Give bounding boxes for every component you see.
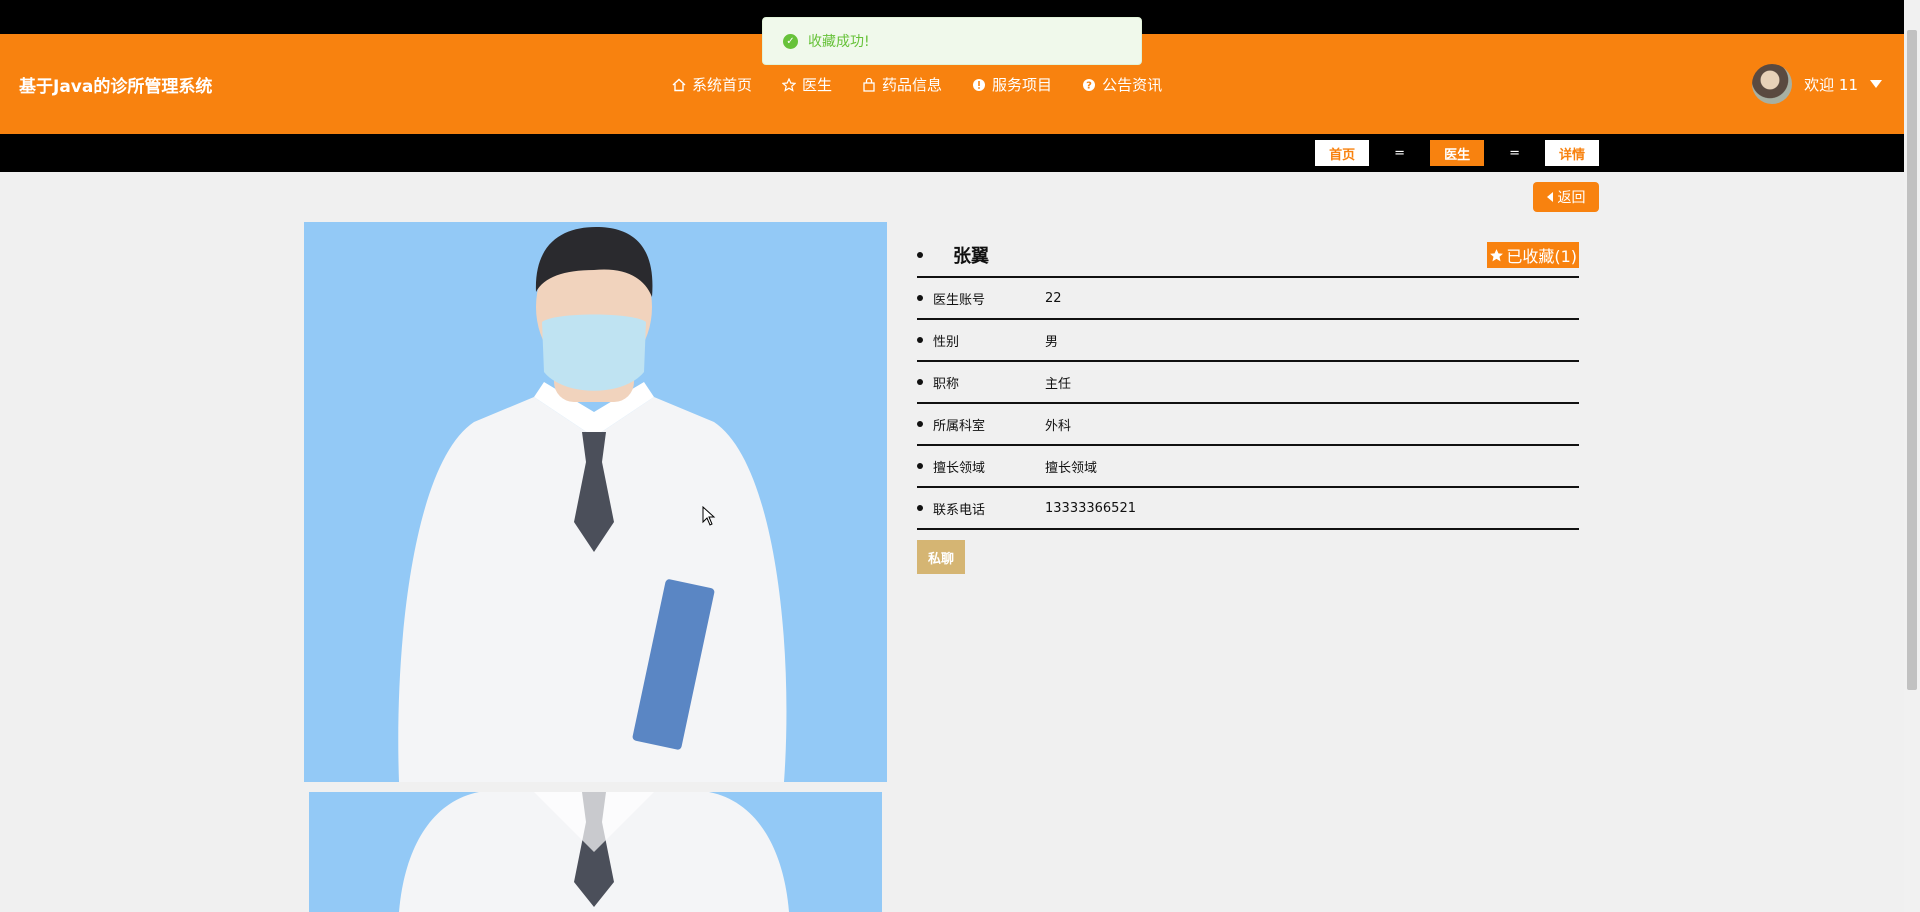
- success-toast: ✓ 收藏成功!: [762, 17, 1142, 65]
- field-value: 男: [1045, 334, 1059, 350]
- breadcrumb-separator: =: [1394, 145, 1406, 161]
- scrollbar-thumb[interactable]: [1907, 30, 1917, 690]
- star-icon: [782, 77, 797, 92]
- breadcrumb-separator: =: [1509, 145, 1520, 161]
- list-bullet: [917, 463, 923, 469]
- info-row-phone: 联系电话 13333366521: [917, 488, 1579, 530]
- doctor-photo-thumbnail[interactable]: [309, 792, 882, 912]
- nav-item-label: 服务项目: [992, 76, 1053, 94]
- breadcrumb-detail[interactable]: 详情: [1544, 140, 1599, 166]
- site-brand[interactable]: 基于Java的诊所管理系统: [19, 72, 212, 97]
- field-value: 主任: [1045, 376, 1072, 392]
- avatar[interactable]: [1752, 64, 1793, 104]
- info-row-account: 医生账号 22: [917, 278, 1579, 320]
- doctor-name-row: 张翼 已收藏(1): [917, 234, 1579, 278]
- info-row-gender: 性别 男: [917, 320, 1579, 362]
- home-icon: [672, 78, 686, 92]
- info-row-department: 所属科室 外科: [917, 404, 1579, 446]
- question-icon: ?: [1082, 78, 1096, 92]
- nav-item-news[interactable]: ? 公告资讯: [1082, 74, 1162, 95]
- nav-item-label: 系统首页: [692, 76, 753, 94]
- caret-down-icon[interactable]: [1870, 80, 1882, 88]
- page-scrollbar[interactable]: [1904, 0, 1920, 912]
- user-menu[interactable]: 欢迎 11: [1752, 64, 1882, 104]
- doctor-name: 张翼: [953, 246, 989, 267]
- field-value: 外科: [1045, 418, 1072, 434]
- list-bullet: [917, 337, 923, 343]
- nav-item-label: 公告资讯: [1102, 76, 1163, 94]
- field-label: 职称: [933, 376, 960, 392]
- list-bullet: [917, 379, 923, 385]
- field-value: 13333366521: [1045, 500, 1136, 516]
- back-button[interactable]: 返回: [1533, 182, 1599, 212]
- breadcrumb-bar: 首页 = 医生 = 详情: [0, 134, 1904, 172]
- breadcrumb-doctor[interactable]: 医生: [1430, 140, 1485, 166]
- info-row-specialty: 擅长领域 擅长领域: [917, 446, 1579, 488]
- list-bullet: [917, 295, 923, 301]
- field-value: 22: [1045, 290, 1062, 306]
- info-icon: [972, 78, 986, 92]
- favorite-label: 已收藏(1): [1506, 247, 1577, 266]
- mouse-cursor-icon: [702, 506, 716, 526]
- doctor-info: 张翼 已收藏(1) 医生账号 22 性别 男 职称 主任 所属科室 外科 擅长领…: [917, 234, 1579, 574]
- toast-message: 收藏成功!: [808, 34, 870, 50]
- welcome-text: 欢迎 11: [1804, 75, 1858, 94]
- nav-item-label: 医生: [802, 76, 833, 94]
- back-button-label: 返回: [1557, 190, 1586, 206]
- doctor-photo: [304, 222, 887, 782]
- nav-item-services[interactable]: 服务项目: [972, 74, 1052, 95]
- field-label: 所属科室: [933, 418, 986, 434]
- list-bullet: [917, 421, 923, 427]
- nav-item-medicine[interactable]: 药品信息: [862, 74, 942, 95]
- svg-text:?: ?: [1086, 80, 1092, 91]
- field-label: 性别: [933, 334, 960, 350]
- breadcrumb-home[interactable]: 首页: [1315, 140, 1370, 166]
- field-value: 擅长领域: [1045, 460, 1098, 476]
- nav-item-doctor[interactable]: 医生: [782, 74, 832, 95]
- breadcrumb: 首页 = 医生 = 详情: [1315, 140, 1599, 166]
- bag-icon: [862, 77, 876, 92]
- nav-item-home[interactable]: 系统首页: [672, 74, 752, 95]
- list-bullet: [917, 505, 923, 511]
- favorite-button[interactable]: 已收藏(1): [1487, 242, 1579, 268]
- main-nav: 系统首页 医生 药品信息 服务项目 ? 公告资讯: [672, 74, 1162, 95]
- field-label: 联系电话: [933, 502, 986, 518]
- check-circle-icon: ✓: [783, 33, 798, 49]
- star-filled-icon: [1490, 248, 1504, 261]
- field-label: 医生账号: [933, 292, 986, 308]
- field-label: 擅长领域: [933, 460, 986, 476]
- private-chat-button[interactable]: 私聊: [917, 540, 965, 574]
- info-row-title: 职称 主任: [917, 362, 1579, 404]
- nav-item-label: 药品信息: [882, 76, 943, 94]
- list-bullet: [917, 252, 923, 258]
- caret-left-icon: [1546, 192, 1553, 202]
